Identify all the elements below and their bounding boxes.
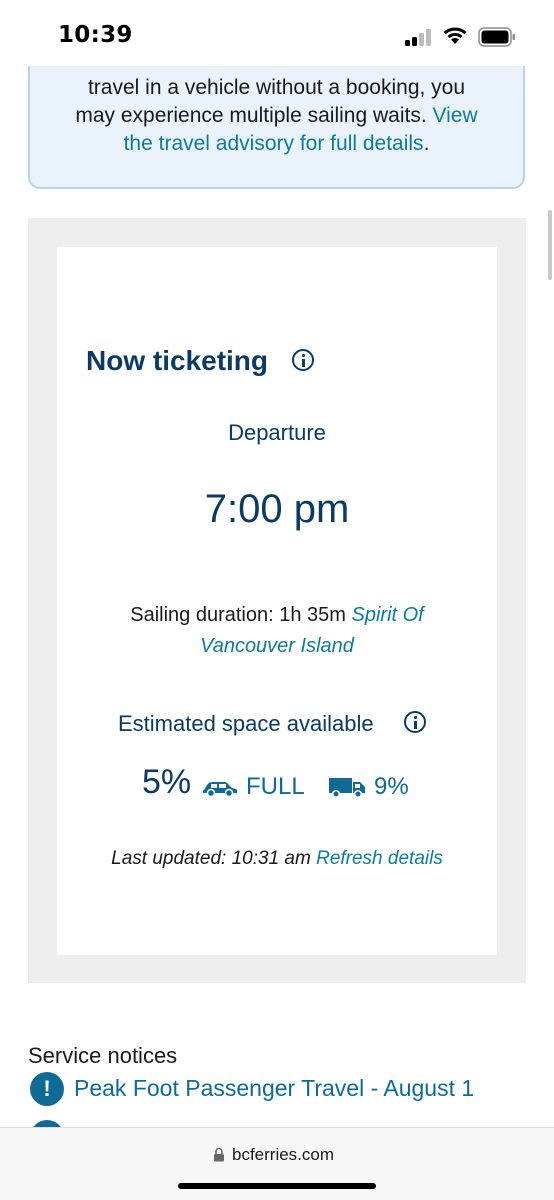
home-indicator[interactable] — [178, 1183, 376, 1189]
lock-icon — [214, 1147, 224, 1162]
departure-label: Departure — [228, 420, 326, 445]
status-time: 10:39 — [58, 22, 133, 48]
advisory-line-2-text: may experience multiple sailing waits. — [75, 104, 433, 127]
truck-icon — [329, 778, 365, 798]
browser-url-bar[interactable]: bcferries.com — [0, 1127, 554, 1200]
advisory-line-1: travel in a vehicle without a booking, y… — [87, 76, 466, 99]
url-text[interactable]: bcferries.com — [232, 1145, 334, 1165]
info-icon[interactable] — [292, 349, 314, 371]
truck-space-percent: 9% — [374, 773, 409, 800]
status-bar: 10:39 — [0, 0, 554, 66]
advisory-line-3: the travel advisory for full details. — [30, 130, 523, 158]
notice-link[interactable]: Peak Foot Passenger Travel - August 1 — [74, 1075, 474, 1102]
vessel-link[interactable]: Spirit Of — [352, 604, 424, 626]
last-updated: Last updated: 10:31 am Refresh details — [57, 848, 497, 870]
battery-icon — [478, 27, 515, 47]
advisory-view-link[interactable]: View — [433, 104, 478, 127]
last-updated-text: Last updated: 10:31 am — [111, 848, 317, 869]
wifi-icon — [443, 27, 467, 44]
cellular-signal-icon — [405, 28, 435, 46]
car-space-status: FULL — [246, 773, 305, 800]
sailing-duration: Sailing duration: 1h 35m Spirit Of Vanco… — [57, 600, 497, 662]
advisory-line-3-end: . — [423, 132, 430, 155]
vessel-link-line-2[interactable]: Vancouver Island — [200, 635, 354, 657]
departure-time: 7:00 pm — [204, 487, 350, 531]
notice-item[interactable]: ! Peak Foot Passenger Travel - August 1 — [30, 1072, 530, 1108]
sailing-duration-text: Sailing duration: 1h 35m — [130, 604, 352, 626]
car-icon — [203, 782, 237, 797]
scrollbar[interactable] — [548, 210, 552, 280]
now-ticketing-title: Now ticketing — [86, 345, 269, 376]
service-notices-title: Service notices — [28, 1043, 178, 1068]
refresh-details-link[interactable]: Refresh details — [316, 848, 443, 869]
alert-icon: ! — [30, 1072, 64, 1106]
space-available-label: Estimated space available — [118, 711, 374, 736]
advisory-line-2: may experience multiple sailing waits. V… — [30, 102, 523, 130]
advisory-details-link[interactable]: the travel advisory for full details — [124, 132, 424, 155]
space-percent: 5% — [142, 763, 192, 801]
space-info-icon[interactable] — [404, 711, 426, 733]
